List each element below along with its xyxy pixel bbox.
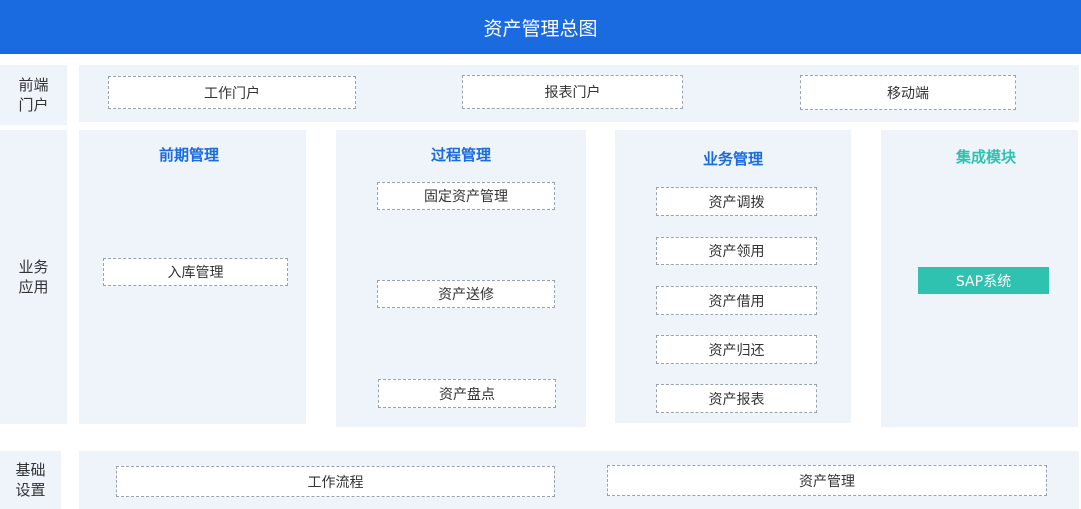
portal-report-box[interactable]: 报表门户: [462, 75, 683, 109]
row-label-frontend: 前端门户: [0, 65, 67, 125]
item-asset-report[interactable]: 资产报表: [656, 384, 817, 413]
item-asset-inventory[interactable]: 资产盘点: [378, 379, 556, 408]
portal-work-box[interactable]: 工作门户: [108, 76, 356, 109]
column-title-business: 业务管理: [702, 150, 763, 168]
portal-mobile-box[interactable]: 移动端: [800, 75, 1016, 110]
column-title-integration: 集成模块: [955, 148, 1016, 166]
item-asset-requisition[interactable]: 资产领用: [656, 237, 817, 265]
row-label-base-text: 基础设置: [15, 461, 46, 499]
row-label-base: 基础设置: [0, 451, 61, 509]
base-workflow-box[interactable]: 工作流程: [116, 466, 555, 497]
item-asset-return[interactable]: 资产归还: [656, 335, 817, 364]
column-panel-business: [615, 130, 851, 423]
item-asset-transfer[interactable]: 资产调拨: [656, 187, 817, 216]
item-sap-system[interactable]: SAP系统: [918, 267, 1049, 294]
row-label-business: 业务应用: [0, 130, 67, 424]
page-title: 资产管理总图: [0, 0, 1081, 54]
item-inbound-management[interactable]: 入库管理: [103, 258, 288, 286]
column-title-early: 前期管理: [158, 146, 219, 164]
row-label-frontend-text: 前端门户: [18, 76, 49, 114]
row-label-business-text: 业务应用: [18, 258, 49, 296]
item-asset-repair[interactable]: 资产送修: [377, 280, 555, 308]
item-asset-borrow[interactable]: 资产借用: [656, 286, 817, 315]
column-title-process: 过程管理: [430, 146, 491, 164]
base-asset-management-box[interactable]: 资产管理: [607, 465, 1047, 496]
item-fixed-asset-management[interactable]: 固定资产管理: [377, 182, 555, 210]
